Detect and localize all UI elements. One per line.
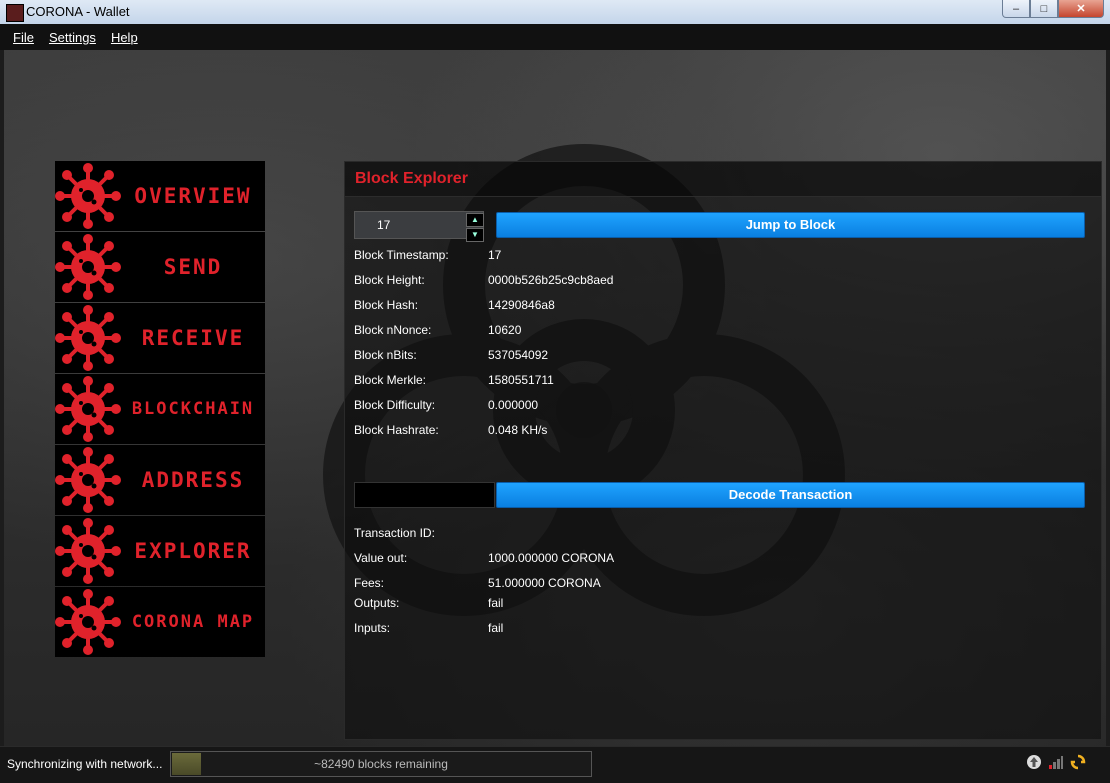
progress-text: ~82490 blocks remaining — [314, 757, 448, 771]
row-value: 1580551711 — [488, 373, 554, 387]
row-label: Value out: — [354, 551, 408, 565]
menu-bar: File Settings Help — [0, 24, 1110, 50]
row-value: 0.048 KH/s — [488, 423, 548, 437]
chevron-down-icon[interactable]: ▼ — [466, 228, 484, 242]
nav-label: ADDRESS — [141, 468, 245, 492]
sync-icon[interactable] — [1070, 754, 1086, 770]
nav-item-address[interactable]: ADDRESS — [55, 445, 265, 515]
row-label: Block nNonce: — [354, 323, 432, 337]
block-number-value[interactable]: 17 — [377, 218, 390, 232]
nav-item-blockchain[interactable]: BLOCKCHAIN — [55, 374, 265, 444]
row-label: Block Hash: — [354, 298, 419, 312]
row-label: Transaction ID: — [354, 526, 435, 540]
row-value: 537054092 — [488, 348, 549, 362]
row-value: 0000b526b25c9cb8aed — [488, 273, 614, 287]
virus-icon — [55, 447, 121, 513]
sync-progress-bar: ~82490 blocks remaining — [170, 751, 592, 777]
window-title: CORONA - Wallet — [26, 4, 130, 19]
virus-icon — [55, 163, 121, 229]
virus-icon — [55, 376, 121, 442]
virus-icon — [55, 234, 121, 300]
sync-status-text: Synchronizing with network... — [7, 757, 163, 771]
row-value: fail — [488, 596, 504, 610]
status-icons — [1026, 754, 1086, 770]
status-bar: Synchronizing with network... ~82490 blo… — [0, 746, 1110, 783]
row-label: Fees: — [354, 576, 385, 590]
virus-icon — [55, 305, 121, 371]
spin-arrows: ▲ ▼ — [465, 212, 484, 242]
transaction-input[interactable] — [354, 482, 495, 508]
app-icon — [6, 4, 24, 22]
decode-transaction-button[interactable]: Decode Transaction — [496, 482, 1085, 508]
row-value: 14290846a8 — [488, 298, 555, 312]
upload-icon[interactable] — [1026, 754, 1042, 770]
block-explorer-panel: Block Explorer 17 ▲ ▼ Jump to Block Bloc… — [344, 161, 1102, 740]
row-value: fail — [488, 621, 504, 635]
window-controls: – □ ✕ — [1002, 0, 1104, 18]
menu-settings[interactable]: Settings — [49, 30, 96, 45]
row-label: Outputs: — [354, 596, 400, 610]
sidebar-nav: OVERVIEW SEND RECEIVE BLOCKCHAIN ADDRESS — [55, 161, 265, 658]
nav-item-receive[interactable]: RECEIVE — [55, 303, 265, 373]
menu-help[interactable]: Help — [111, 30, 138, 45]
page-title: Block Explorer — [355, 170, 468, 187]
jump-to-block-button[interactable]: Jump to Block — [496, 212, 1085, 238]
row-label: Block Timestamp: — [354, 248, 449, 262]
row-label: Block Difficulty: — [354, 398, 436, 412]
row-value: 17 — [488, 248, 502, 262]
row-label: Block Merkle: — [354, 373, 427, 387]
nav-label: SEND — [163, 255, 223, 279]
nav-item-overview[interactable]: OVERVIEW — [55, 161, 265, 231]
nav-item-corona-map[interactable]: CORONA MAP — [55, 587, 265, 657]
row-value: 51.000000 CORONA — [488, 576, 601, 590]
menu-file[interactable]: File — [13, 30, 34, 45]
maximize-button[interactable]: □ — [1030, 0, 1058, 18]
row-label: Block Hashrate: — [354, 423, 439, 437]
row-label: Block nBits: — [354, 348, 417, 362]
nav-label: OVERVIEW — [134, 184, 252, 208]
row-value: 10620 — [488, 323, 522, 337]
row-label: Block Height: — [354, 273, 425, 287]
virus-icon — [55, 518, 121, 584]
nav-label: EXPLORER — [134, 539, 252, 563]
row-value: 1000.000000 CORONA — [488, 551, 615, 565]
row-value: 0.000000 — [488, 398, 539, 412]
title-bar: CORONA - Wallet – □ ✕ — [0, 0, 1110, 25]
signal-icon[interactable] — [1048, 754, 1064, 770]
nav-label: BLOCKCHAIN — [131, 399, 255, 419]
nav-label: RECEIVE — [141, 326, 245, 350]
nav-item-send[interactable]: SEND — [55, 232, 265, 302]
virus-icon — [55, 589, 121, 655]
minimize-button[interactable]: – — [1002, 0, 1030, 18]
row-label: Inputs: — [354, 621, 391, 635]
block-number-spinbox[interactable]: 17 ▲ ▼ — [354, 211, 484, 242]
chevron-up-icon[interactable]: ▲ — [466, 213, 484, 227]
panel-header: Block Explorer — [345, 162, 1101, 197]
close-button[interactable]: ✕ — [1058, 0, 1104, 18]
nav-label: CORONA MAP — [131, 612, 255, 632]
nav-item-explorer[interactable]: EXPLORER — [55, 516, 265, 586]
